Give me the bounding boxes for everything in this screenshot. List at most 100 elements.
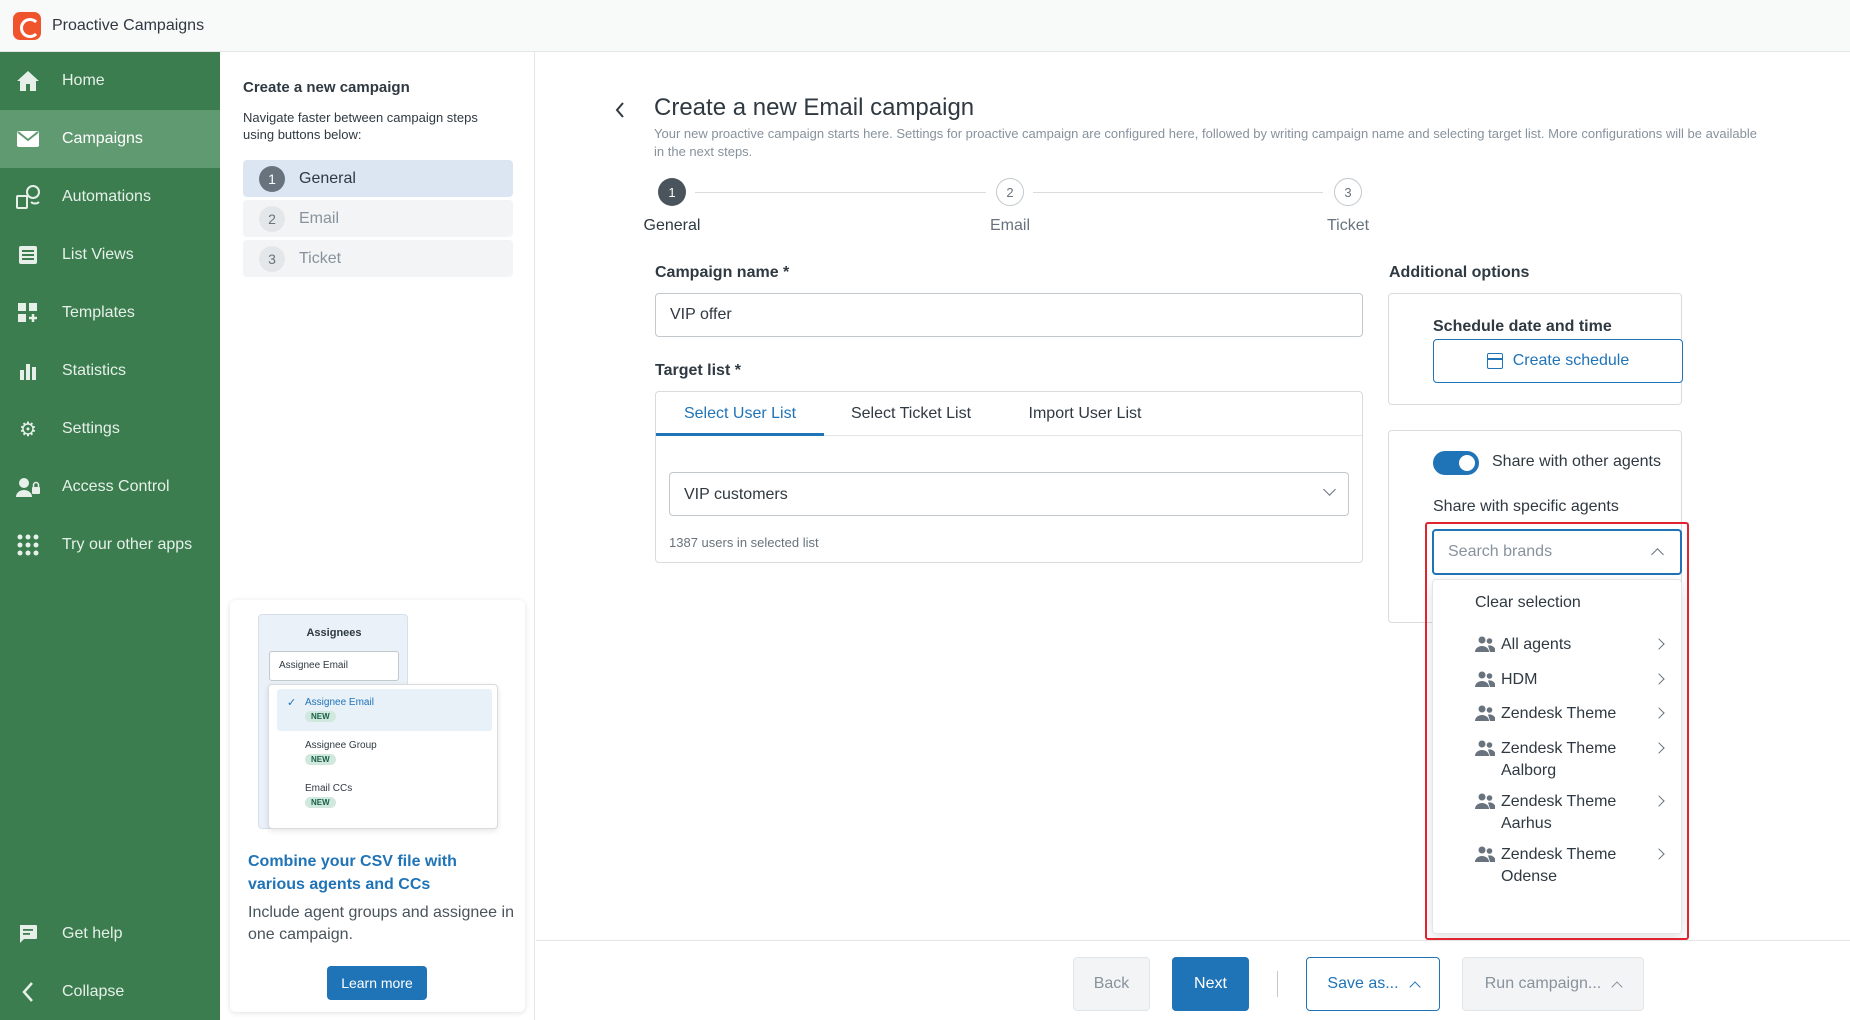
next-button[interactable]: Next [1172,957,1249,1011]
app-logo-icon [13,11,41,40]
mail-icon [14,125,42,153]
promo-illustration: Assignees Assignee Email ✓ Assignee Emai… [258,614,498,834]
new-badge: NEW [305,797,336,808]
sidebar-item-automations[interactable]: Automations [0,168,220,226]
illustration-option-label: Assignee Group [305,740,377,751]
page-title: Create a new Email campaign [654,94,975,121]
promo-title[interactable]: Combine your CSV file with various agent… [248,850,518,896]
sidebar-item-campaigns[interactable]: Campaigns [0,110,220,168]
campaign-name-input[interactable] [655,293,1363,337]
sidebar-item-get-help[interactable]: Get help [0,905,220,963]
user-list-select[interactable]: VIP customers [669,472,1349,516]
illustration-option: Email CCs NEW [277,775,492,817]
sidebar-item-label: Automations [62,188,151,205]
schedule-label: Schedule date and time [1433,318,1612,335]
sidebar-item-label: List Views [62,246,134,263]
stepper-connector [695,192,986,193]
sidebar-item-label: Collapse [62,983,125,1000]
sidebar-item-collapse[interactable]: Collapse [0,963,220,1020]
back-chevron-icon[interactable] [614,100,626,126]
illustration-option-label: Email CCs [305,783,353,794]
step-label: General [299,169,356,187]
check-icon: ✓ [287,697,297,709]
stepper-dot-email[interactable]: 2 [996,178,1024,206]
step-number: 1 [259,165,285,192]
chat-icon [14,920,42,948]
user-lock-icon [14,473,42,501]
sidebar-item-access-control[interactable]: Access Control [0,458,220,516]
new-badge: NEW [305,711,336,722]
grid-dots-icon [14,531,42,559]
step-nav-email[interactable]: 2 Email [243,200,513,237]
new-badge: NEW [305,754,336,765]
save-as-button[interactable]: Save as... [1306,957,1440,1011]
app-title: Proactive Campaigns [52,16,205,34]
sidebar-item-templates[interactable]: Templates [0,284,220,342]
illustration-header: Assignees [306,627,362,639]
sidebar-item-label: Access Control [62,478,170,495]
share-agents-toggle[interactable] [1433,451,1479,475]
illustration-option-label: Assignee Email [305,697,374,708]
gear-icon: ⚙ [19,418,37,441]
sidebar-item-label: Statistics [62,362,127,379]
sidebar-item-list-views[interactable]: List Views [0,226,220,284]
additional-options-label: Additional options [1389,264,1530,281]
top-bar: Proactive Campaigns [0,0,1850,52]
sidebar-item-label: Home [62,72,105,89]
bar-chart-icon [14,357,42,385]
tab-select-user-list[interactable]: Select User List [656,392,824,436]
step-label: Ticket [299,249,342,267]
back-button[interactable]: Back [1073,957,1150,1011]
step-label: Email [299,209,340,227]
step-panel-subtitle: Navigate faster between campaign steps u… [243,110,478,142]
templates-icon [14,299,42,327]
stepper-label-email: Email [989,217,1030,234]
target-list-label: Target list * [655,362,741,379]
sidebar-item-home[interactable]: Home [0,52,220,110]
footer-bar: Back Next Save as... Run campaign... [536,940,1850,1020]
step-panel-title: Create a new campaign [243,79,410,96]
illustration-menu: ✓ Assignee Email NEW Assignee Group NEW … [268,684,498,829]
main-content: Create a new Email campaign Your new pro… [536,52,1850,1020]
stepper-dot-ticket[interactable]: 3 [1334,178,1362,206]
sidebar-item-label: Try our other apps [62,536,193,553]
annotation-highlight-box [1425,522,1689,940]
specific-agents-label: Share with specific agents [1433,498,1619,515]
sidebar-item-label: Campaigns [62,130,143,147]
save-as-label: Save as... [1327,975,1399,992]
sidebar-item-statistics[interactable]: Statistics [0,342,220,400]
list-icon [14,241,42,269]
calendar-icon [1486,353,1503,369]
chevron-left-icon [14,978,42,1006]
step-nav-ticket[interactable]: 3 Ticket [243,240,513,277]
sidebar-item-other-apps[interactable]: Try our other apps [0,516,220,574]
stepper-dot-general[interactable]: 1 [658,178,686,206]
tab-select-ticket-list[interactable]: Select Ticket List [824,392,998,436]
step-number: 3 [259,245,285,272]
sidebar-item-label: Templates [62,304,135,321]
step-nav-general[interactable]: 1 General [243,160,513,197]
tab-import-user-list[interactable]: Import User List [998,392,1172,436]
target-list-box: Select User List Select Ticket List Impo… [655,391,1363,563]
target-list-tabs: Select User List Select Ticket List Impo… [656,392,1362,436]
stepper-connector [1033,192,1323,193]
user-list-select-value: VIP customers [684,486,788,503]
sidebar: Home Campaigns Automations List Views Te… [0,52,220,1020]
illustration-option: ✓ Assignee Email NEW [277,689,492,731]
illustration-option: Assignee Group NEW [277,732,492,774]
promo-body: Include agent groups and assignee in one… [248,904,514,943]
step-number: 2 [259,205,285,232]
chevron-down-icon [1323,483,1336,496]
page-description: Your new proactive campaign starts here.… [654,126,1757,159]
footer-separator [1277,971,1278,997]
automations-icon [14,183,42,211]
run-campaign-button[interactable]: Run campaign... [1462,957,1644,1011]
create-schedule-label: Create schedule [1512,352,1630,369]
share-agents-label: Share with other agents [1492,453,1661,470]
chevron-up-icon [1408,980,1421,993]
learn-more-button[interactable]: Learn more [327,966,427,1000]
sidebar-item-settings[interactable]: ⚙ Settings [0,400,220,458]
selected-list-hint: 1387 users in selected list [669,535,819,550]
create-schedule-button[interactable]: Create schedule [1433,339,1683,383]
stepper-label-ticket: Ticket [1326,217,1370,234]
